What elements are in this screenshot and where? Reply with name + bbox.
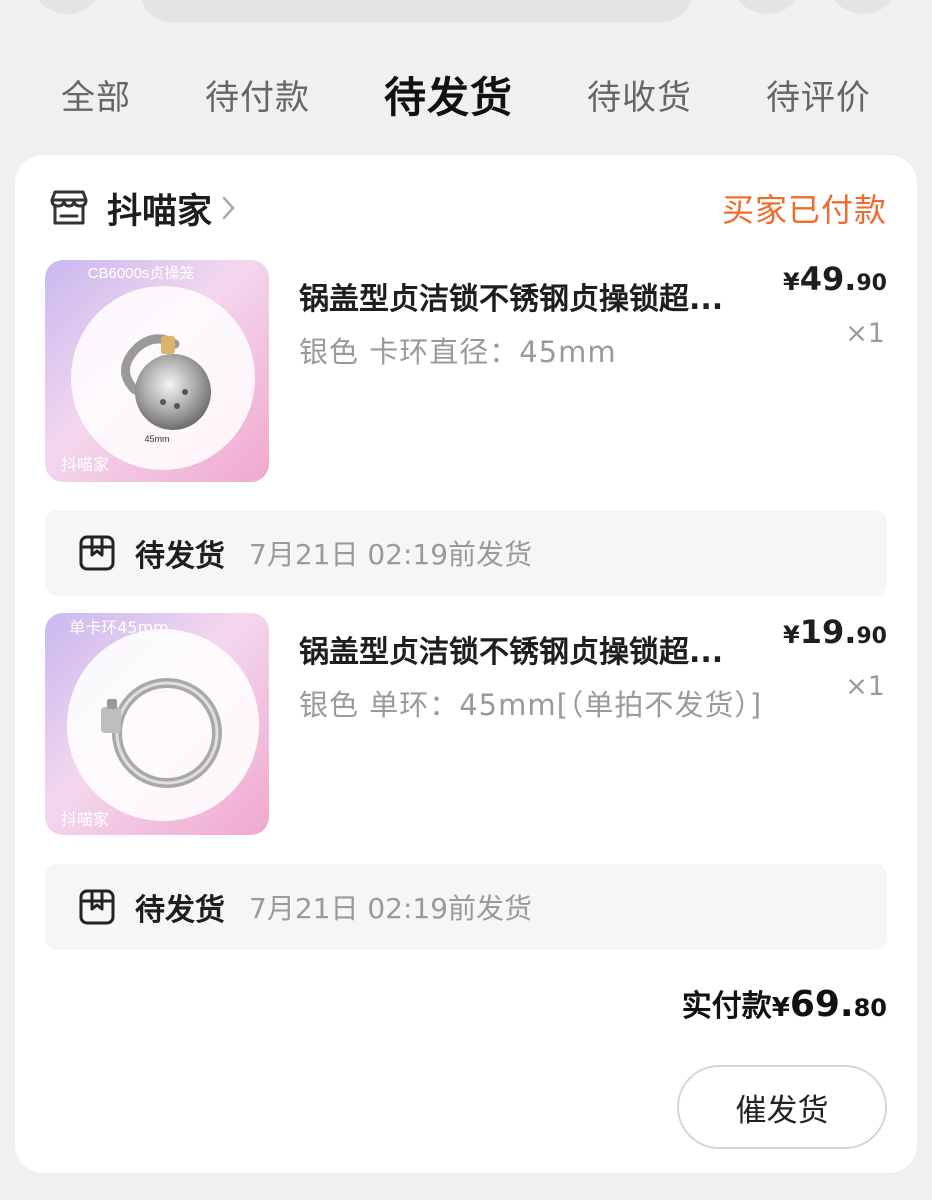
product-quantity: ×1 [845, 318, 885, 349]
product-title[interactable]: 锅盖型贞洁锁不锈钢贞操锁超... [299, 627, 779, 671]
shipping-status: 待发货 [135, 539, 225, 574]
orders-page: 全部 待付款 待发货 待收货 待评价 抖喵家 买家已付款 CB6000s贞操笼 … [0, 0, 932, 1200]
tab-pending-review[interactable]: 待评价 [766, 70, 871, 119]
image-badge: 单卡环45mm [69, 618, 169, 637]
tab-pending-shipment[interactable]: 待发货 [384, 64, 513, 125]
tab-pending-receipt[interactable]: 待收货 [587, 70, 692, 119]
shipping-status: 待发货 [135, 893, 225, 928]
product-price: ¥19.90 [782, 613, 887, 651]
search-bar[interactable] [140, 0, 693, 22]
shipping-deadline: 7月21日 02:19前发货 [249, 892, 533, 925]
urge-shipment-button[interactable]: 催发货 [677, 1065, 887, 1149]
shop-header[interactable]: 抖喵家 买家已付款 [47, 183, 887, 233]
product-quantity: ×1 [845, 671, 885, 702]
order-total: 实付款¥69.80 [681, 984, 887, 1025]
order-card: 抖喵家 买家已付款 CB6000s贞操笼 45mm 抖喵家 锅盖型贞洁锁不锈钢贞… [15, 155, 917, 1173]
shipping-deadline: 7月21日 02:19前发货 [249, 538, 533, 571]
image-badge: CB6000s贞操笼 [88, 265, 195, 282]
total-label: 实付款 [681, 989, 772, 1024]
filter-button[interactable] [730, 0, 804, 14]
back-button[interactable] [30, 0, 104, 14]
package-icon [79, 889, 115, 925]
tab-pending-payment[interactable]: 待付款 [205, 70, 310, 119]
product-spec: 银色 卡环直径：45mm [299, 335, 617, 369]
product-image[interactable]: 单卡环45mm 抖喵家 [45, 613, 269, 835]
product-image[interactable]: CB6000s贞操笼 45mm 抖喵家 [45, 260, 269, 482]
product-spec: 银色 单环：45mm[（单拍不发货）] [299, 688, 763, 722]
image-watermark: 抖喵家 [61, 810, 109, 829]
shop-name[interactable]: 抖喵家 [107, 183, 212, 234]
image-watermark: 抖喵家 [61, 455, 109, 474]
product-price: ¥49.90 [782, 260, 887, 298]
image-size-label: 45mm [144, 434, 169, 444]
order-item[interactable]: CB6000s贞操笼 45mm 抖喵家 锅盖型贞洁锁不锈钢贞操锁超... 银色 … [45, 260, 887, 484]
product-title[interactable]: 锅盖型贞洁锁不锈钢贞操锁超... [299, 274, 779, 318]
shipping-info: 待发货 7月21日 02:19前发货 [45, 864, 887, 950]
shipping-info: 待发货 7月21日 02:19前发货 [45, 510, 887, 596]
more-button[interactable] [826, 0, 900, 14]
package-icon [79, 535, 115, 571]
order-status: 买家已付款 [721, 191, 887, 229]
order-item[interactable]: 单卡环45mm 抖喵家 锅盖型贞洁锁不锈钢贞操锁超... 银色 单环：45mm[… [45, 613, 887, 837]
tab-all[interactable]: 全部 [61, 70, 131, 119]
store-icon [50, 190, 88, 225]
chevron-right-icon [222, 196, 235, 220]
order-tabs: 全部 待付款 待发货 待收货 待评价 [0, 58, 932, 130]
